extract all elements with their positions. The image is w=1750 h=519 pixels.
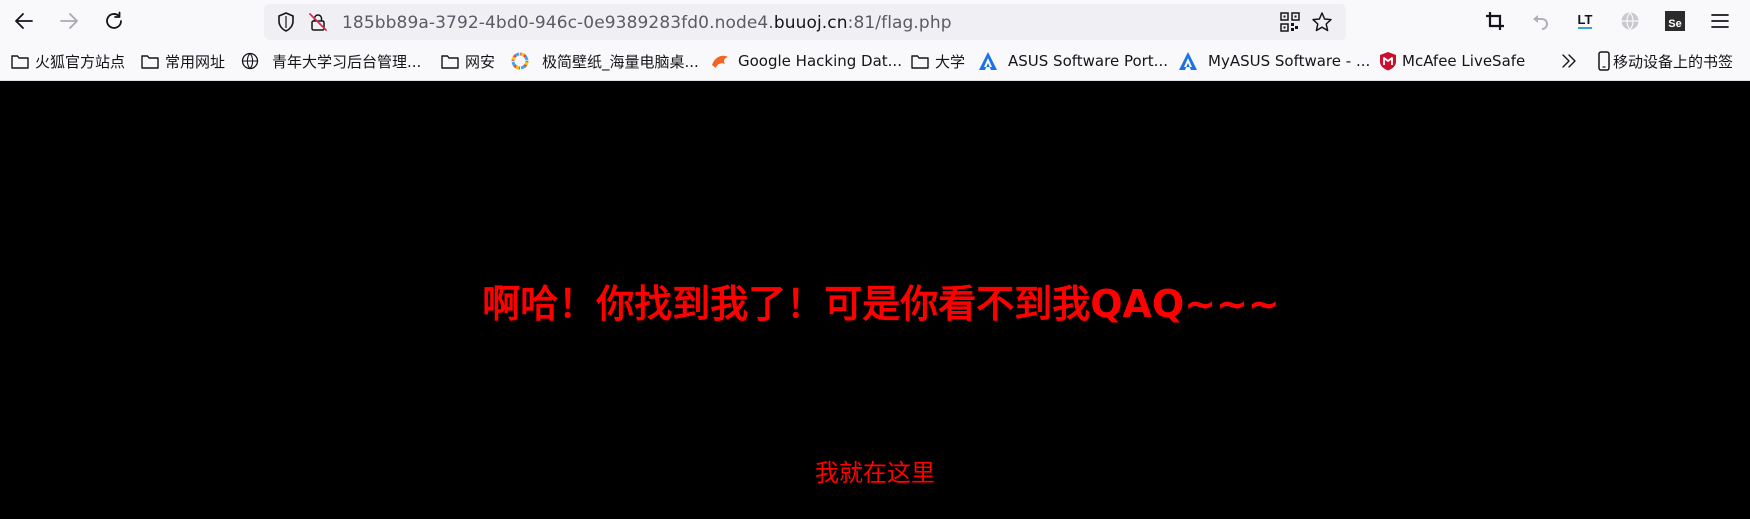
bookmark-label: 网安 [465,52,496,71]
page-subtext: 我就在这里 [815,459,935,487]
url-text[interactable]: 185bb89a-3792-4bd0-946c-0e9389283fd0.nod… [342,13,952,33]
mobile-bookmarks-label: 移动设备上的书签 [1613,52,1734,71]
bookmark-label: McAfee LiveSafe [1402,52,1526,70]
bookmark-item[interactable]: 极简壁纸_海量电脑桌... [510,50,699,72]
page-headline: 啊哈！你找到我了！可是你看不到我QAQ~~~ [482,282,1280,326]
bookmark-label: 火狐官方站点 [35,52,126,71]
bookmark-item[interactable]: 大学 [910,50,965,72]
translate-extension-label: LT [1577,12,1593,29]
bookmark-label: ASUS Software Port... [1008,52,1168,70]
globe-extension-icon[interactable] [1616,8,1644,34]
bookmark-star-icon[interactable] [1310,11,1334,33]
selenium-extension-label: Se [1668,18,1682,30]
bookmark-item[interactable]: McAfee LiveSafe [1378,50,1525,72]
forward-arrow-icon [60,13,78,29]
screenshot-crop-icon[interactable] [1481,8,1509,34]
chevron-double-right-icon [1559,51,1579,71]
bookmarks-overflow-button[interactable] [1559,50,1584,72]
browser-toolbar: 185bb89a-3792-4bd0-946c-0e9389283fd0.nod… [0,0,1750,42]
reload-button[interactable] [98,6,130,36]
undo-icon[interactable] [1526,8,1554,34]
mcafee-icon [1378,51,1398,71]
globe-icon [240,51,260,71]
insecure-lock-icon[interactable] [306,11,330,33]
bookmark-label: 极简壁纸_海量电脑桌... [542,52,699,71]
folder-icon [10,51,30,71]
bookmark-item[interactable]: 常用网址 [140,50,225,72]
bookmark-label: MyASUS Software - ... [1208,52,1371,70]
back-button[interactable] [8,6,40,36]
asus-icon [978,51,998,71]
url-suffix: :81/flag.php [847,13,952,33]
forward-button[interactable] [53,6,85,36]
selenium-extension-icon[interactable]: Se [1661,8,1689,34]
page-content: 啊哈！你找到我了！可是你看不到我QAQ~~~ 我就在这里 [0,81,1750,519]
bookmark-item[interactable]: MyASUS Software - ... [1178,50,1370,72]
bookmarks-toolbar: 火狐官方站点 常用网址 青年大学习后台管理... 网安 极简壁纸_海量电脑桌..… [0,42,1750,81]
mobile-device-icon [1597,51,1611,71]
bookmark-item[interactable]: 火狐官方站点 [10,50,125,72]
url-domain: buuoj.cn [773,13,848,33]
folder-icon [910,51,930,71]
tracking-protection-shield-icon[interactable] [274,11,298,33]
bookmark-label: 常用网址 [165,52,226,71]
wallpaper-site-icon [510,51,530,71]
reload-icon [106,11,122,29]
address-bar[interactable]: 185bb89a-3792-4bd0-946c-0e9389283fd0.nod… [264,4,1346,40]
asus-icon [1178,51,1198,71]
bookmark-item[interactable]: Google Hacking Dat... [710,50,902,72]
url-prefix: 185bb89a-3792-4bd0-946c-0e9389283fd0.nod… [342,13,774,33]
bookmark-label: 青年大学习后台管理... [272,52,422,71]
folder-icon [440,51,460,71]
translate-extension-icon[interactable]: LT [1571,8,1599,34]
bookmark-item[interactable]: 网安 [440,50,495,72]
back-arrow-icon [15,13,33,29]
qr-code-icon[interactable] [1278,11,1302,33]
hamburger-menu-icon[interactable] [1706,8,1734,34]
mobile-bookmarks-item[interactable]: 移动设备上的书签 [1597,50,1733,72]
bookmark-item[interactable]: ASUS Software Port... [978,50,1168,72]
bookmark-label: 大学 [935,52,966,71]
bookmark-label: Google Hacking Dat... [738,52,902,70]
bookmark-item[interactable]: 青年大学习后台管理... [240,50,421,72]
exploit-db-icon [710,51,730,71]
folder-icon [140,51,160,71]
